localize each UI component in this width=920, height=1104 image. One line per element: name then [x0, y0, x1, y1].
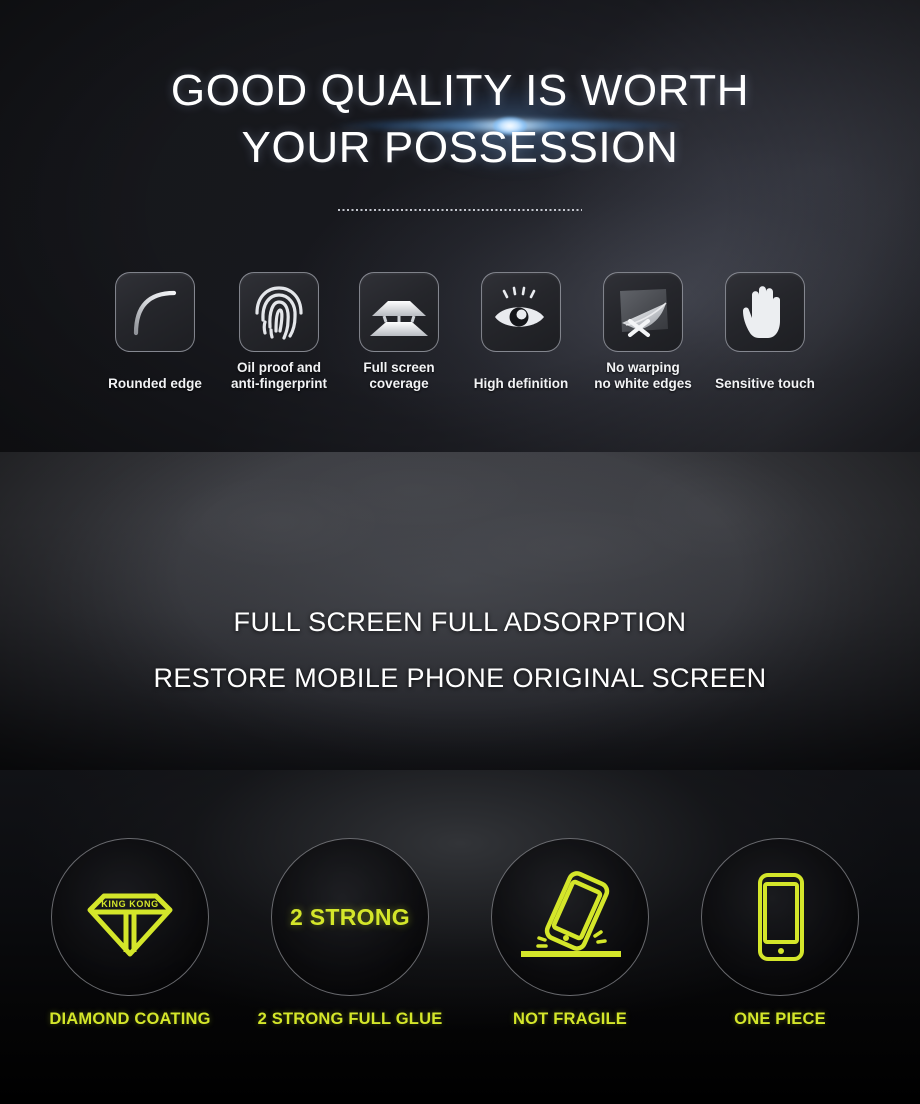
feature-sensitive-touch: Sensitive touch — [700, 272, 830, 392]
badge-diamond-coating: KING KONG DIAMOND COATING — [30, 838, 230, 1029]
feature-high-definition: High definition — [456, 272, 586, 392]
dropping-phone-icon — [491, 838, 649, 996]
product-infographic-page: GOOD QUALITY IS WORTH YOUR POSSESSION Ro… — [0, 0, 920, 1104]
feature-full-screen-coverage: Full screen coverage — [334, 272, 464, 392]
hero-headline: GOOD QUALITY IS WORTH YOUR POSSESSION — [0, 62, 920, 176]
dotted-divider — [338, 209, 582, 211]
hand-icon — [725, 272, 805, 352]
badge-2-strong-full-glue: 2 STRONG 2 STRONG FULL GLUE — [250, 838, 450, 1029]
king-kong-text: KING KONG — [101, 899, 159, 909]
eye-icon — [481, 272, 561, 352]
mid-headline: FULL SCREEN FULL ADSORPTION RESTORE MOBI… — [0, 594, 920, 706]
feature-label: High definition — [473, 376, 569, 391]
layered-screen-icon — [359, 272, 439, 352]
hero-headline-line2: YOUR POSSESSION — [241, 123, 679, 172]
peeling-film-x-icon — [603, 272, 683, 352]
phone-outline-icon — [701, 838, 859, 996]
badge-one-piece: ONE PIECE — [680, 838, 880, 1029]
fingerprint-icon — [239, 272, 319, 352]
badge-label: 2 STRONG FULL GLUE — [257, 1010, 443, 1028]
feature-no-warping: No warping no white edges — [578, 272, 708, 392]
bottom-section: KING KONG DIAMOND COATING 2 STRONG 2 STR… — [0, 770, 920, 1104]
mid-section: FULL SCREEN FULL ADSORPTION RESTORE MOBI… — [0, 452, 920, 770]
feature-rounded-edge: Rounded edge — [90, 272, 220, 392]
badge-label: DIAMOND COATING — [49, 1010, 211, 1028]
feature-anti-fingerprint: Oil proof and anti-fingerprint — [214, 272, 344, 392]
badge-label: NOT FRAGILE — [512, 1010, 628, 1028]
diamond-outline-icon: KING KONG — [51, 838, 209, 996]
badge-row: KING KONG DIAMOND COATING 2 STRONG 2 STR… — [0, 838, 920, 1068]
badge-label: ONE PIECE — [734, 1010, 826, 1028]
feature-label: Oil proof and anti-fingerprint — [231, 360, 327, 391]
feature-icon-row: Rounded edge Oil proof and anti-fingerpr… — [0, 272, 920, 402]
mid-headline-line1: FULL SCREEN FULL ADSORPTION — [233, 607, 687, 637]
badge-inner-text: 2 STRONG — [290, 903, 410, 930]
feature-label: Full screen coverage — [363, 360, 435, 391]
feature-label: Sensitive touch — [715, 376, 815, 391]
hero-headline-line1: GOOD QUALITY IS WORTH — [170, 66, 750, 115]
mid-headline-line2: RESTORE MOBILE PHONE ORIGINAL SCREEN — [153, 663, 767, 693]
text-badge: 2 STRONG — [271, 838, 429, 996]
feature-label: No warping no white edges — [594, 360, 692, 391]
badge-not-fragile: NOT FRAGILE — [470, 838, 670, 1029]
hero-section: GOOD QUALITY IS WORTH YOUR POSSESSION Ro… — [0, 0, 920, 452]
feature-label: Rounded edge — [108, 376, 202, 391]
rounded-corner-arc-icon — [115, 272, 195, 352]
